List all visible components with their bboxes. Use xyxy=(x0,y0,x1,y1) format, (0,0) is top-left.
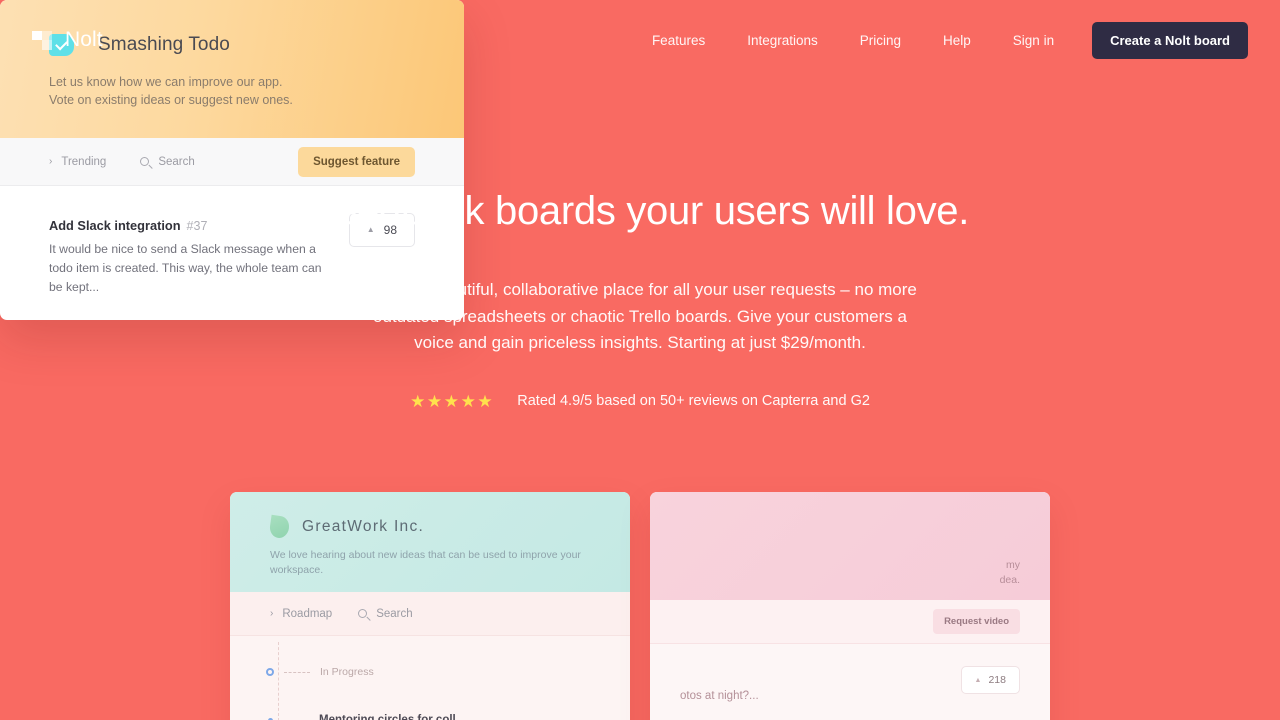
hero-subtitle: Nolt is a beautiful, collaborative place… xyxy=(363,280,917,353)
left-board-header: GreatWork Inc. We love hearing about new… xyxy=(230,492,630,592)
timeline-dot-icon xyxy=(266,668,274,676)
right-desc-line-2: dea. xyxy=(999,574,1020,586)
chevron-right-icon: › xyxy=(270,608,274,619)
timeline-dash xyxy=(284,671,310,673)
right-board-header: my dea. xyxy=(650,492,1050,600)
nav-item-sign-in[interactable]: Sign in xyxy=(992,25,1075,56)
board-card-video[interactable]: my dea. Request video otos at night?... … xyxy=(650,492,1050,720)
request-video-button[interactable]: Request video xyxy=(933,609,1020,634)
right-board-description: my dea. xyxy=(680,558,1020,588)
timeline-line xyxy=(278,642,279,720)
right-item-text: otos at night?... xyxy=(680,690,759,702)
rating-row: ★★★★★ Rated 4.9/5 based on 50+ reviews o… xyxy=(0,393,1280,410)
nolt-tetromino-logo-icon xyxy=(32,29,54,51)
left-view-selector[interactable]: › Roadmap xyxy=(270,608,332,620)
vote-button[interactable]: ▲ 218 xyxy=(960,666,1020,694)
list-item[interactable]: otos at night?... ▲ 218 xyxy=(680,666,1020,705)
search-icon xyxy=(358,609,368,618)
board-card-greatwork[interactable]: GreatWork Inc. We love hearing about new… xyxy=(230,492,630,720)
left-board-description: We love hearing about new ideas that can… xyxy=(270,549,581,576)
list-item[interactable]: Mentoring circles for coll xyxy=(268,714,590,720)
left-board-title: GreatWork Inc. xyxy=(302,518,425,535)
nav-item-help[interactable]: Help xyxy=(922,25,992,56)
nav-item-features[interactable]: Features xyxy=(631,25,726,56)
nav-item-pricing[interactable]: Pricing xyxy=(839,25,922,56)
star-rating-icon: ★★★★★ xyxy=(410,391,495,411)
right-board-body: otos at night?... ▲ 218 xyxy=(650,644,1050,720)
site-header: Nolt Features Integrations Pricing Help … xyxy=(0,0,1280,80)
page-title: Feedback boards your users will love. xyxy=(310,189,970,233)
vote-count: 218 xyxy=(988,674,1006,686)
left-search-label: Search xyxy=(376,607,413,620)
right-desc-line-1: my xyxy=(1006,559,1020,571)
left-item-title: Mentoring circles for coll xyxy=(319,714,456,720)
leaf-icon xyxy=(268,514,291,540)
upvote-caret-icon: ▲ xyxy=(974,676,982,684)
left-board-body: In Progress Mentoring circles for coll xyxy=(230,636,630,720)
right-board-toolbar: Request video xyxy=(650,600,1050,644)
main-navigation: Features Integrations Pricing Help Sign … xyxy=(631,21,1248,59)
nav-item-integrations[interactable]: Integrations xyxy=(726,25,839,56)
brand-name: Nolt xyxy=(65,28,103,51)
timeline-status-row: In Progress xyxy=(266,666,590,678)
create-board-button[interactable]: Create a Nolt board xyxy=(1092,21,1248,59)
brand-logo[interactable]: Nolt xyxy=(32,28,103,52)
rating-text: Rated 4.9/5 based on 50+ reviews on Capt… xyxy=(517,393,870,410)
timeline-status-label: In Progress xyxy=(320,666,374,678)
left-search-input[interactable]: Search xyxy=(358,607,413,620)
left-view-label: Roadmap xyxy=(282,607,333,620)
left-board-toolbar: › Roadmap Search xyxy=(230,592,630,636)
